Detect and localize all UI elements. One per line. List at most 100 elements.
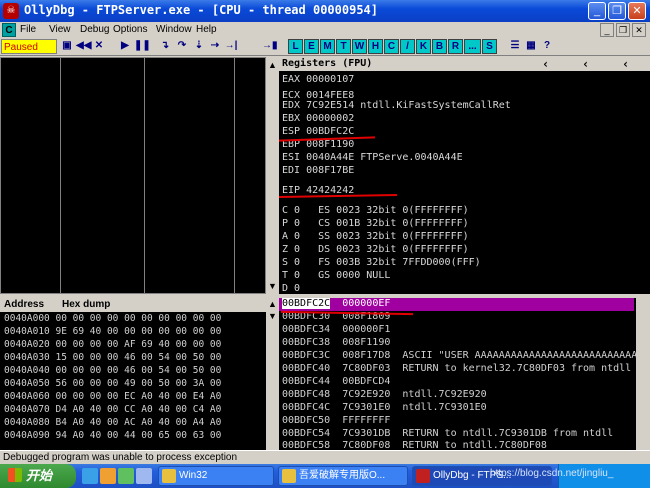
- grid-icon[interactable]: ▦: [524, 39, 538, 54]
- help-icon[interactable]: ?: [540, 39, 554, 54]
- register-line[interactable]: EDX 7C92E514 ntdll.KiFastSystemCallRet: [282, 99, 511, 112]
- toolbar-cpu-button[interactable]: C: [384, 39, 399, 54]
- explorer-quicklaunch-icon[interactable]: [100, 468, 116, 484]
- registers-header[interactable]: Registers (FPU) ‹ ‹ ‹: [279, 57, 650, 71]
- dump-row[interactable]: 0040A020 00 00 00 00 AF 69 40 00 00 00: [4, 339, 221, 351]
- dump-row[interactable]: 0040A050 56 00 00 00 49 00 50 00 3A 00: [4, 378, 221, 390]
- start-button[interactable]: 开始: [0, 464, 76, 488]
- stack-row[interactable]: 00BDFC38 008F1190: [282, 337, 390, 350]
- toolbar-windows-button[interactable]: W: [352, 39, 367, 54]
- trace-into-icon[interactable]: ⇣: [192, 39, 206, 54]
- dump-row[interactable]: 0040A070 D4 A0 40 00 CC A0 40 00 C4 A0: [4, 404, 221, 416]
- taskbar-item-win32[interactable]: Win32: [158, 466, 274, 486]
- stack-pane[interactable]: 00BDFC2C 000000EF 00BDFC30 008F1809 00BD…: [279, 298, 650, 451]
- disassembly-pane[interactable]: [0, 57, 266, 294]
- register-line[interactable]: EDI 008F17BE: [282, 164, 354, 177]
- mdi-restore-button[interactable]: ❐: [616, 23, 630, 37]
- register-line[interactable]: ESI 0040A44E FTPServe.0040A44E: [282, 151, 463, 164]
- menu-options[interactable]: Options: [113, 24, 147, 35]
- ie-quicklaunch-icon[interactable]: [82, 468, 98, 484]
- flag-line[interactable]: D 0: [282, 282, 300, 295]
- stack-selected-address: 00BDFC2C: [282, 298, 331, 309]
- menu-window[interactable]: Window: [156, 24, 192, 35]
- stack-row[interactable]: 00BDFC54 7C9301DB RETURN to ntdll.7C9301…: [282, 428, 613, 441]
- scroll-down-icon[interactable]: ▼: [267, 281, 278, 292]
- stack-row[interactable]: 00BDFC50 FFFFFFFF: [282, 415, 390, 428]
- dump-row[interactable]: 0040A080 B4 A0 40 00 AC A0 40 00 A4 A0: [4, 417, 221, 429]
- desktop-quicklaunch-icon[interactable]: [136, 468, 152, 484]
- toolbar-modules-button[interactable]: E: [304, 39, 319, 54]
- open-icon[interactable]: ▣: [60, 39, 74, 54]
- trace-over-icon[interactable]: ⇢: [208, 39, 222, 54]
- dump-column-hex[interactable]: Hex dump: [62, 298, 110, 312]
- cpu-window-icon[interactable]: C: [2, 23, 16, 37]
- maximize-button[interactable]: ❐: [608, 2, 626, 20]
- vertical-splitter[interactable]: ▲ ▼ ▲ ▼: [266, 57, 279, 488]
- scroll-down-icon[interactable]: ▼: [267, 311, 278, 322]
- flag-line[interactable]: C 0 ES 0023 32bit 0(FFFFFFFF): [282, 204, 469, 217]
- minimize-button[interactable]: _: [588, 2, 606, 20]
- toolbar-patches-button[interactable]: /: [400, 39, 415, 54]
- toolbar-references-button[interactable]: R: [448, 39, 463, 54]
- stack-scrollbar[interactable]: [636, 298, 650, 450]
- stack-row[interactable]: 00BDFC44 00BDFCD4: [282, 376, 390, 389]
- flag-line[interactable]: Z 0 DS 0023 32bit 0(FFFFFFFF): [282, 243, 469, 256]
- media-quicklaunch-icon[interactable]: [118, 468, 134, 484]
- dump-row[interactable]: 0040A000 00 00 00 00 00 00 00 00 00 00: [4, 313, 221, 325]
- chevron-left-icon[interactable]: ‹: [582, 57, 589, 71]
- stack-row[interactable]: 00BDFC4C 7C9301E0 ntdll.7C9301E0: [282, 402, 487, 415]
- registers-pane[interactable]: Registers (FPU) ‹ ‹ ‹ EAX 00000107 ECX 0…: [279, 57, 650, 294]
- flag-line[interactable]: A 0 SS 0023 32bit 0(FFFFFFFF): [282, 230, 469, 243]
- goto-icon[interactable]: →▮: [262, 39, 278, 54]
- register-line[interactable]: EAX 00000107: [282, 73, 354, 86]
- flag-line[interactable]: P 0 CS 001B 32bit 0(FFFFFFFF): [282, 217, 469, 230]
- dump-row[interactable]: 0040A040 00 00 00 00 46 00 54 00 50 00: [4, 365, 221, 377]
- execute-till-return-icon[interactable]: →|: [224, 39, 238, 54]
- toolbar-callstack-button[interactable]: K: [416, 39, 431, 54]
- menu-view[interactable]: View: [49, 24, 71, 35]
- rewind-icon[interactable]: ◀◀: [76, 39, 91, 54]
- stack-row-selected[interactable]: 00BDFC2C 000000EF: [279, 298, 634, 311]
- hex-dump-pane[interactable]: Address Hex dump 0040A000 00 00 00 00 00…: [0, 298, 266, 450]
- dump-row[interactable]: 0040A090 94 A0 40 00 44 00 65 00 63 00: [4, 430, 221, 442]
- stack-row[interactable]: 00BDFC40 7C80DF03 RETURN to kernel32.7C8…: [282, 363, 631, 376]
- step-over-icon[interactable]: ↷: [175, 39, 189, 54]
- dump-row[interactable]: 0040A060 00 00 00 00 EC A0 40 00 E4 A0: [4, 391, 221, 403]
- dump-row[interactable]: 0040A010 9E 69 40 00 00 00 00 00 00 00: [4, 326, 221, 338]
- toolbar-handles-button[interactable]: H: [368, 39, 383, 54]
- folder-icon: [282, 469, 296, 483]
- toolbar-memory-button[interactable]: M: [320, 39, 335, 54]
- run-icon[interactable]: ▶: [118, 39, 132, 54]
- step-into-icon[interactable]: ↴: [158, 39, 172, 54]
- scroll-up-icon[interactable]: ▲: [267, 60, 278, 71]
- register-line[interactable]: EBX 00000002: [282, 112, 354, 125]
- register-esp[interactable]: ESP 00BDFC2C: [282, 125, 354, 138]
- flag-line[interactable]: S 0 FS 003B 32bit 7FFDD000(FFF): [282, 256, 481, 269]
- ollydbg-app-icon[interactable]: ☠: [3, 3, 19, 19]
- toolbar-runtrace-button[interactable]: ...: [464, 39, 481, 54]
- chevron-left-icon[interactable]: ‹: [542, 57, 549, 71]
- taskbar-item-52pojie[interactable]: 吾爱破解专用版O...: [278, 466, 408, 486]
- chevron-left-icon[interactable]: ‹: [622, 57, 629, 71]
- mdi-close-button[interactable]: ✕: [632, 23, 646, 37]
- close-icon[interactable]: ✕: [92, 39, 106, 54]
- stack-row[interactable]: 00BDFC3C 008F17D8 ASCII "USER AAAAAAAAAA…: [282, 350, 643, 363]
- menu-file[interactable]: File: [20, 24, 36, 35]
- stack-row[interactable]: 00BDFC34 000000F1: [282, 324, 390, 337]
- dump-row[interactable]: 0040A030 15 00 00 00 46 00 54 00 50 00: [4, 352, 221, 364]
- scroll-up-icon[interactable]: ▲: [267, 299, 278, 310]
- title-bar[interactable]: ☠ OllyDbg - FTPServer.exe - [CPU - threa…: [0, 0, 650, 22]
- dump-column-address[interactable]: Address: [4, 298, 44, 312]
- close-button[interactable]: ✕: [628, 2, 646, 20]
- pause-icon[interactable]: ❚❚: [134, 39, 151, 54]
- stack-row[interactable]: 00BDFC48 7C92E920 ntdll.7C92E920: [282, 389, 487, 402]
- toolbar-breakpoints-button[interactable]: B: [432, 39, 447, 54]
- flag-line[interactable]: T 0 GS 0000 NULL: [282, 269, 390, 282]
- mdi-minimize-button[interactable]: _: [600, 23, 614, 37]
- list-icon[interactable]: ☰: [508, 39, 522, 54]
- toolbar-source-button[interactable]: S: [482, 39, 497, 54]
- menu-debug[interactable]: Debug: [80, 24, 109, 35]
- toolbar-log-button[interactable]: L: [288, 39, 303, 54]
- toolbar-threads-button[interactable]: T: [336, 39, 351, 54]
- menu-help[interactable]: Help: [196, 24, 217, 35]
